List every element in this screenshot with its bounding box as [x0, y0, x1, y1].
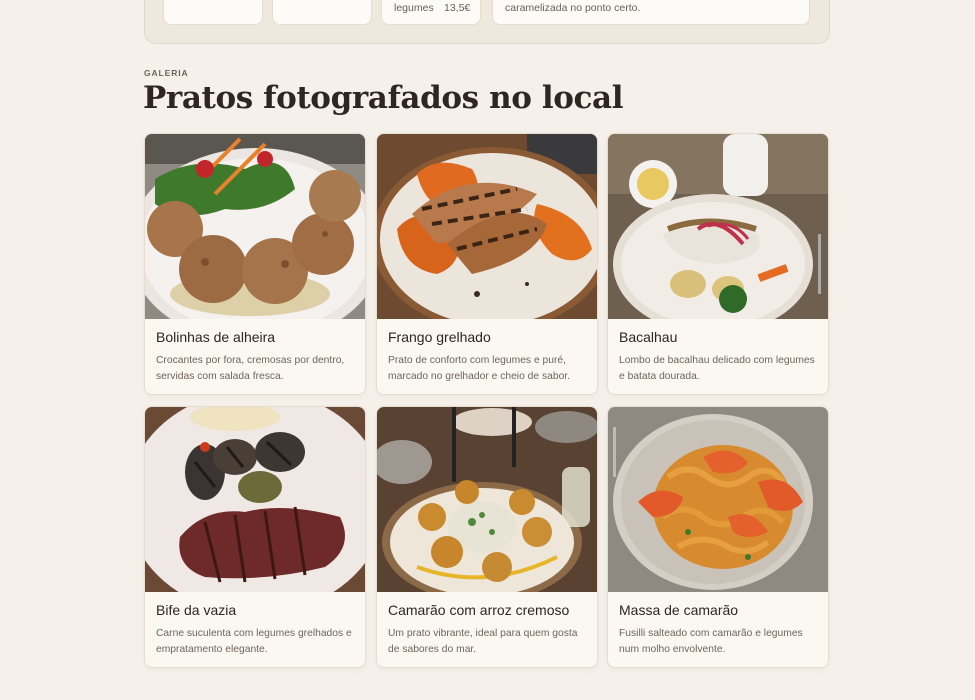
dish-card: Frango grelhado Prato de conforto com le… — [376, 133, 598, 395]
dish-title: Frango grelhado — [388, 329, 491, 345]
menu-mini-card — [163, 0, 263, 25]
dish-description: Carne suculenta com legumes grelhados e … — [156, 628, 352, 655]
dish-photo-massa — [608, 407, 828, 592]
dish-card: Camarão com arroz cremoso Um prato vibra… — [376, 406, 598, 668]
dish-title: Bife da vazia — [156, 602, 237, 618]
menu-note-card: caramelizada no ponto certo. — [492, 0, 810, 25]
gallery-title: Pratos fotografados no local — [143, 80, 624, 116]
dish-card: Bacalhau Lombo de bacalhau delicado com … — [607, 133, 829, 395]
dish-description: Um prato vibrante, ideal para quem gosta… — [388, 628, 578, 655]
dish-card: Massa de camarão Fusilli salteado com ca… — [607, 406, 829, 668]
dish-card: Bolinhas de alheira Crocantes por fora, … — [144, 133, 366, 395]
dish-card: Bife da vazia Carne suculenta com legume… — [144, 406, 366, 668]
dish-photo-frango — [377, 134, 597, 319]
menu-item-name: legumes — [394, 2, 434, 14]
menu-item-price: 13,5€ — [444, 2, 471, 14]
dish-title: Bacalhau — [619, 329, 678, 345]
dish-title: Camarão com arroz cremoso — [388, 602, 570, 618]
menu-note-text: caramelizada no ponto certo. — [505, 2, 641, 14]
dish-photo-bife — [145, 407, 365, 592]
menu-preview-panel: legumes 13,5€ caramelizada no ponto cert… — [144, 0, 830, 44]
dish-photo-camarao-arroz — [377, 407, 597, 592]
menu-mini-card — [272, 0, 372, 25]
dish-title: Massa de camarão — [619, 602, 739, 618]
dish-description: Prato de conforto com legumes e puré, ma… — [388, 355, 571, 382]
dish-photo-bolinhas — [145, 134, 365, 319]
dish-description: Lombo de bacalhau delicado com legumes e… — [619, 355, 815, 382]
dish-photo-bacalhau — [608, 134, 828, 319]
menu-mini-card: legumes 13,5€ — [381, 0, 481, 25]
dish-description: Crocantes por fora, cremosas por dentro,… — [156, 355, 345, 382]
dish-description: Fusilli salteado com camarão e legumes n… — [619, 628, 803, 655]
section-eyebrow: GALERIA — [144, 68, 189, 78]
dish-title: Bolinhas de alheira — [156, 329, 276, 345]
